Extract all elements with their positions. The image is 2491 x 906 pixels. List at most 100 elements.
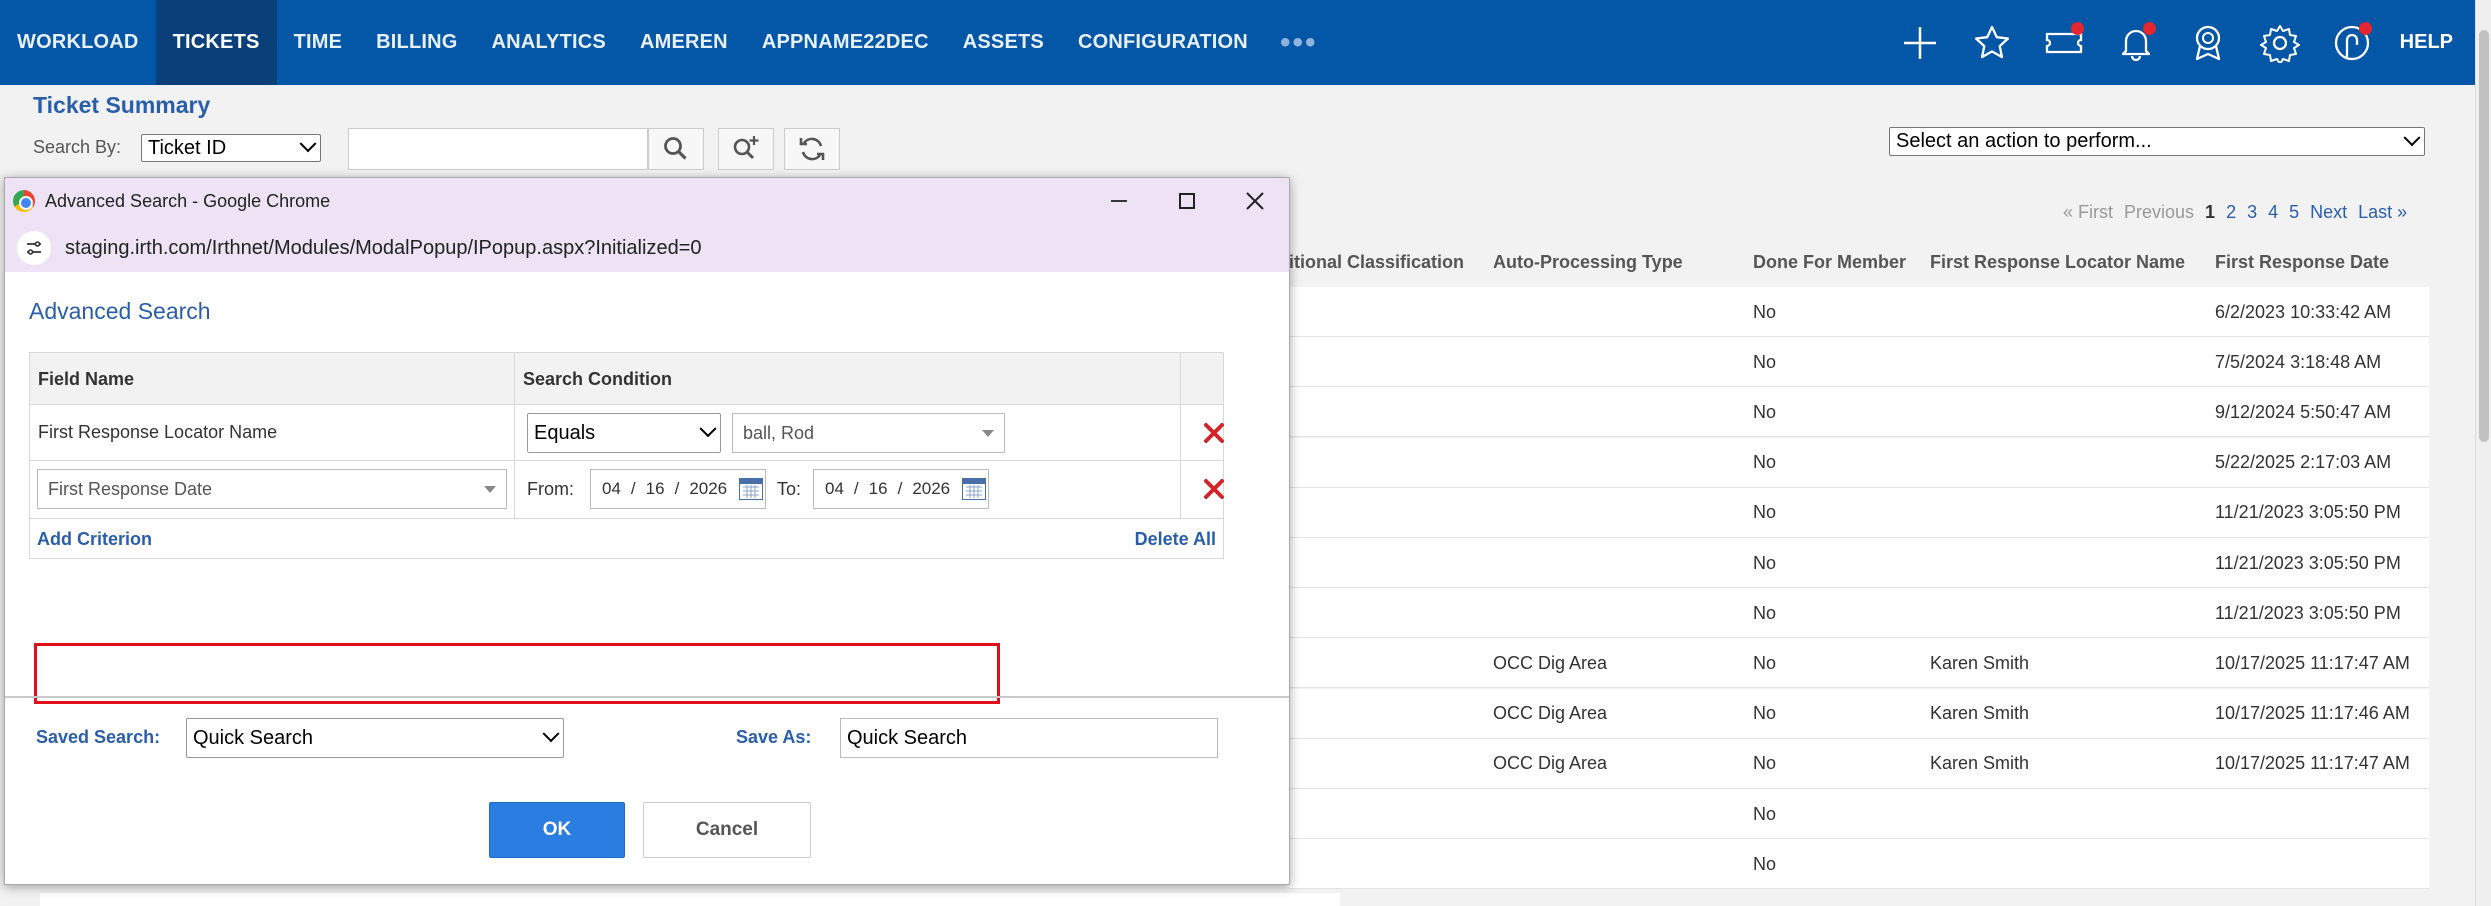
table-row[interactable]: No 9/12/2024 5:50:47 AM (1289, 387, 2429, 438)
delete-all-link[interactable]: Delete All (1135, 529, 1216, 550)
field-name-header: Field Name (38, 368, 135, 389)
cancel-button[interactable]: Cancel (643, 802, 811, 858)
to-date-input[interactable]: 04 / 16 / 2026 (813, 469, 989, 509)
user-icon[interactable] (2316, 0, 2388, 85)
nav-tickets[interactable]: TICKETS (155, 0, 277, 85)
pager-last[interactable]: Last » (2358, 202, 2407, 223)
col-header-first-response-date[interactable]: First Response Date (2215, 237, 2389, 287)
locator-name-value: ball, Rod (743, 422, 815, 443)
add-criterion-link[interactable]: Add Criterion (37, 529, 152, 550)
search-button[interactable] (648, 128, 704, 170)
chevron-down-icon (299, 135, 317, 153)
from-date-input[interactable]: 04 / 16 / 2026 (590, 469, 766, 509)
award-icon[interactable] (2172, 0, 2244, 85)
saved-search-select[interactable]: Quick Search (186, 718, 564, 758)
pager-page-4[interactable]: 4 (2268, 202, 2278, 223)
nav-ameren[interactable]: AMEREN (623, 0, 745, 85)
table-row[interactable]: No 5/22/2025 2:17:03 AM (1289, 437, 2429, 488)
nav-time[interactable]: TIME (277, 0, 360, 85)
advanced-search-button[interactable] (718, 128, 774, 170)
nav-appname22dec[interactable]: APPNAME22DEC (745, 0, 946, 85)
site-info-icon[interactable] (17, 231, 51, 265)
table-row[interactable]: OCC Dig Area No Karen Smith 10/17/2025 11:1… (1289, 688, 2429, 739)
red-x-icon (1204, 479, 1224, 499)
cell-done-for-member: No (1753, 401, 1777, 422)
nav-analytics[interactable]: ANALYTICS (475, 0, 623, 85)
search-input[interactable] (348, 128, 648, 170)
close-icon (1246, 192, 1264, 210)
col-header-auto-processing-type[interactable]: Auto-Processing Type (1493, 237, 1683, 287)
locator-name-combo[interactable]: ball, Rod (732, 413, 1005, 453)
advanced-search-heading: Advanced Search (29, 298, 211, 324)
url-text[interactable]: staging.irth.com/Irthnet/Modules/ModalPo… (65, 237, 702, 260)
from-label: From: (527, 479, 574, 499)
pager-previous[interactable]: Previous (2124, 202, 2194, 223)
refresh-icon (799, 137, 825, 161)
ticket-icon[interactable] (2028, 0, 2100, 85)
search-by-select[interactable]: Ticket ID (141, 134, 321, 162)
bell-icon[interactable] (2100, 0, 2172, 85)
nav-assets[interactable]: ASSETS (946, 0, 1061, 85)
table-row[interactable]: OCC Dig Area No Karen Smith 10/17/2025 11:1… (1289, 738, 2429, 789)
cell-done-for-member: No (1753, 652, 1777, 673)
refresh-button[interactable] (784, 128, 840, 170)
table-row[interactable]: No 11/21/2023 3:05:50 PM (1289, 487, 2429, 538)
pager-page-3[interactable]: 3 (2247, 202, 2257, 223)
star-icon[interactable] (1956, 0, 2028, 85)
chevron-down-icon (699, 420, 717, 438)
cell-auto-processing-type: OCC Dig Area (1493, 703, 1608, 724)
pager-next[interactable]: Next (2310, 202, 2347, 223)
table-row[interactable]: No 11/21/2023 3:05:50 PM (1289, 538, 2429, 588)
advanced-search-window: Advanced Search - Google Chrome staging.… (4, 177, 1290, 885)
delete-criterion-button[interactable] (1200, 419, 1228, 447)
calendar-icon[interactable] (962, 478, 986, 500)
nav-billing[interactable]: BILLING (359, 0, 474, 85)
pager-first[interactable]: « First (2063, 202, 2113, 223)
pager: « First Previous 1 2 3 4 5 Next Last » (2063, 202, 2407, 223)
cell-locator-name: Karen Smith (1930, 753, 2030, 774)
col-header-first-response-locator[interactable]: First Response Locator Name (1930, 237, 2185, 287)
plus-icon[interactable] (1884, 0, 1956, 85)
table-row[interactable]: OCC Dig Area No Karen Smith 10/17/2025 11:1… (1289, 638, 2429, 689)
scrollbar-thumb[interactable] (2479, 30, 2489, 442)
ticket-notification-dot (2070, 22, 2084, 35)
modal-divider (5, 696, 1289, 698)
nav-more-icon[interactable]: ••• (1265, 0, 1333, 85)
calendar-icon[interactable] (739, 478, 763, 500)
cell-done-for-member: No (1753, 552, 1777, 573)
nav-icon-group: HELP (1884, 0, 2475, 85)
ok-button[interactable]: OK (489, 802, 625, 858)
col-header-classification[interactable]: itional Classification (1289, 237, 1464, 287)
field-select-first-response-date[interactable]: First Response Date (37, 469, 507, 509)
page-scrollbar[interactable] (2475, 0, 2491, 906)
cell-done-for-member: No (1753, 853, 1777, 874)
cell-first-response-date: 6/2/2023 10:33:42 AM (2215, 301, 2392, 322)
nav-configuration[interactable]: CONFIGURATION (1061, 0, 1265, 85)
save-as-label: Save As: (736, 727, 812, 747)
nav-workload[interactable]: WORKLOAD (0, 0, 156, 85)
from-year: 2026 (689, 479, 728, 498)
action-select[interactable]: Select an action to perform... (1889, 127, 2425, 156)
delete-criterion-button[interactable] (1200, 475, 1228, 503)
table-row[interactable]: No 11/21/2023 3:05:50 PM (1289, 588, 2429, 639)
gear-icon[interactable] (2244, 0, 2316, 85)
maximize-button[interactable] (1153, 178, 1221, 224)
save-as-input[interactable]: Quick Search (840, 718, 1218, 758)
action-select-value: Select an action to perform... (1896, 130, 2152, 152)
operator-select[interactable]: Equals (527, 413, 721, 453)
pager-page-1[interactable]: 1 (2205, 202, 2215, 223)
pager-page-5[interactable]: 5 (2289, 202, 2299, 223)
table-row[interactable]: No 7/5/2024 3:18:48 AM (1289, 337, 2429, 388)
date-separator: / (853, 479, 859, 498)
pager-page-2[interactable]: 2 (2226, 202, 2236, 223)
close-window-button[interactable] (1221, 178, 1289, 224)
table-row[interactable]: No (1289, 789, 2429, 839)
minimize-button[interactable] (1085, 178, 1153, 224)
col-header-done-for-member[interactable]: Done For Member (1753, 237, 1906, 287)
help-link[interactable]: HELP (2388, 31, 2475, 54)
window-titlebar: Advanced Search - Google Chrome (5, 178, 1289, 224)
cell-auto-processing-type: OCC Dig Area (1493, 753, 1608, 774)
table-row[interactable]: No 6/2/2023 10:33:42 AM (1289, 287, 2429, 337)
table-row[interactable]: No (1289, 839, 2429, 890)
bell-notification-dot (2142, 22, 2156, 35)
